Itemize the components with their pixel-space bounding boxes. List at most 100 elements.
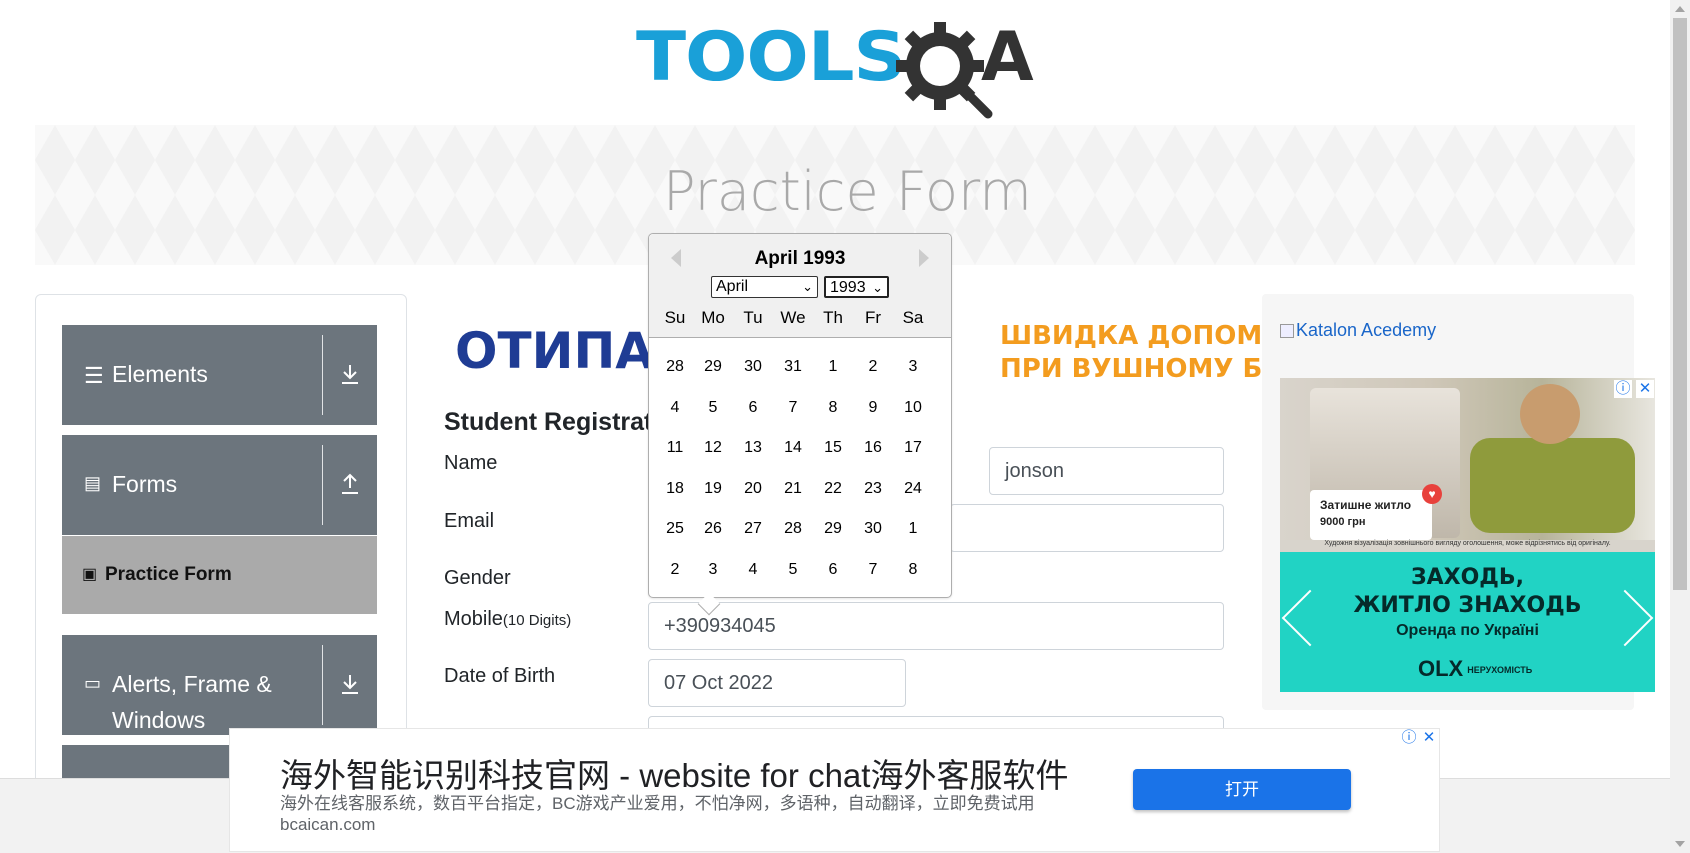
- weekday-label: Su: [664, 308, 686, 327]
- heart-icon: ♥: [1422, 484, 1442, 504]
- sidebar-group-elements[interactable]: ☰ Elements: [62, 325, 377, 425]
- calendar-day[interactable]: 8: [815, 399, 851, 417]
- month-select-value: April: [716, 278, 749, 295]
- scrollbar-thumb[interactable]: [1673, 18, 1687, 590]
- broken-image-icon: [1280, 324, 1294, 338]
- katalon-alt-text: Katalon Acedemy: [1296, 320, 1437, 340]
- ad-close-icon[interactable]: ✕: [1636, 380, 1654, 398]
- calendar-day[interactable]: 29: [695, 358, 731, 376]
- email-input[interactable]: [950, 504, 1224, 552]
- calendar-day[interactable]: 2: [855, 358, 891, 376]
- calendar-day[interactable]: 23: [855, 480, 891, 498]
- olx-ad[interactable]: Затишне житло 9000 грн ♥ Художня візуалі…: [1280, 378, 1655, 692]
- sidebar-item-practice-form[interactable]: ▣ Practice Form: [62, 536, 377, 614]
- calendar-day[interactable]: 28: [775, 520, 811, 538]
- document-icon: ▤: [84, 473, 102, 493]
- download-icon[interactable]: [340, 673, 360, 701]
- calendar-day[interactable]: 20: [735, 480, 771, 498]
- calendar-day[interactable]: 1: [895, 520, 931, 538]
- calendar-day[interactable]: 3: [895, 358, 931, 376]
- katalon-ad-link[interactable]: Katalon Acedemy: [1280, 320, 1436, 341]
- calendar-day[interactable]: 21: [775, 480, 811, 498]
- page-title: Practice Form: [663, 160, 1032, 223]
- calendar-day[interactable]: 22: [815, 480, 851, 498]
- olx-logo: OLX НЕРУХОМІСТЬ: [1418, 656, 1532, 682]
- bottom-ad-open-button[interactable]: 打开: [1133, 769, 1351, 810]
- scroll-down-icon[interactable]: [1675, 841, 1685, 847]
- calendar-day[interactable]: 31: [775, 358, 811, 376]
- calendar-day[interactable]: 14: [775, 439, 811, 457]
- calendar-day[interactable]: 18: [657, 480, 693, 498]
- calendar-day[interactable]: 5: [775, 561, 811, 579]
- calendar-day[interactable]: 6: [815, 561, 851, 579]
- calendar-day[interactable]: 8: [895, 561, 931, 579]
- html5-icon: ▣: [82, 566, 98, 583]
- sidebar-group-label: Forms: [112, 471, 178, 497]
- chevron-down-icon: ⌄: [802, 279, 813, 294]
- calendar-day[interactable]: 30: [855, 520, 891, 538]
- ad-person-image: [1520, 384, 1580, 444]
- calendar-day[interactable]: 19: [695, 480, 731, 498]
- weekday-label: Sa: [902, 308, 924, 327]
- calendar-day[interactable]: 9: [855, 399, 891, 417]
- calendar-day[interactable]: 7: [855, 561, 891, 579]
- calendar-day[interactable]: 4: [657, 399, 693, 417]
- upload-icon[interactable]: [340, 473, 360, 501]
- ad-left-text: ОТИПА: [455, 322, 654, 380]
- calendar-day[interactable]: 28: [657, 358, 693, 376]
- calendar-day[interactable]: 24: [895, 480, 931, 498]
- calendar-day[interactable]: 12: [695, 439, 731, 457]
- calendar-day[interactable]: 25: [657, 520, 693, 538]
- calendar-day[interactable]: 16: [855, 439, 891, 457]
- calendar-day[interactable]: 10: [895, 399, 931, 417]
- calendar-day[interactable]: 26: [695, 520, 731, 538]
- calendar-day[interactable]: 7: [775, 399, 811, 417]
- divider: [322, 335, 323, 415]
- ad-right-line2: ПРИ ВУШНОМУ Б: [1000, 354, 1263, 384]
- next-month-icon[interactable]: [919, 249, 929, 267]
- bottom-ad-close-icon[interactable]: ✕: [1420, 729, 1438, 747]
- calendar-day[interactable]: 27: [735, 520, 771, 538]
- download-icon[interactable]: [340, 363, 360, 391]
- toolsqa-logo[interactable]: TOOLS A: [636, 18, 1038, 119]
- weekday-label: Fr: [864, 308, 882, 327]
- page-scrollbar[interactable]: [1670, 0, 1690, 853]
- sidebar-group-label-line2: Windows: [112, 707, 206, 733]
- logo-text: TOOLS: [636, 18, 906, 97]
- sidebar-group-forms[interactable]: ▤ Forms: [62, 435, 377, 535]
- last-name-input[interactable]: jonson: [989, 447, 1224, 495]
- mobile-label-text: Mobile: [444, 608, 503, 630]
- month-select[interactable]: April ⌄: [711, 276, 818, 298]
- calendar-day[interactable]: 3: [695, 561, 731, 579]
- calendar-day[interactable]: 29: [815, 520, 851, 538]
- calendar-day[interactable]: 1: [815, 358, 851, 376]
- sidebar-group-label: Alerts, Frame &: [112, 671, 272, 697]
- year-select[interactable]: 1993 ⌄: [824, 276, 889, 298]
- ad-sofa-image: [1470, 438, 1635, 533]
- calendar-day[interactable]: 13: [735, 439, 771, 457]
- calendar-day[interactable]: 17: [895, 439, 931, 457]
- ad-info-icon[interactable]: ⓘ: [1614, 380, 1632, 398]
- calendar-day[interactable]: 2: [657, 561, 693, 579]
- date-of-birth-input[interactable]: 07 Oct 2022: [648, 659, 906, 707]
- sidebar-group-alerts[interactable]: ▭ Alerts, Frame & Windows: [62, 635, 377, 735]
- olx-brand: OLX: [1418, 656, 1464, 681]
- sidebar-item-label: Practice Form: [105, 564, 232, 585]
- calendar-day[interactable]: 15: [815, 439, 851, 457]
- ad-card-title: Затишне житло: [1320, 498, 1412, 512]
- calendar-day[interactable]: 30: [735, 358, 771, 376]
- name-label: Name: [444, 452, 498, 474]
- window-icon: ▭: [84, 673, 102, 693]
- calendar-day[interactable]: 11: [657, 439, 693, 457]
- bottom-ad[interactable]: 海外智能识别科技官网 - website for chat海外客服软件 海外在线…: [229, 728, 1440, 852]
- ad-right-line1: ШВИДКА ДОПОМ: [1000, 321, 1263, 351]
- olx-brand-sub: НЕРУХОМІСТЬ: [1467, 665, 1533, 676]
- calendar-day[interactable]: 5: [695, 399, 731, 417]
- bottom-ad-info-icon[interactable]: ⓘ: [1400, 729, 1418, 747]
- calendar-day[interactable]: 4: [735, 561, 771, 579]
- bottom-ad-title: 海外智能识别科技官网 - website for chat海外客服软件: [280, 757, 1069, 794]
- scroll-up-icon[interactable]: [1675, 6, 1685, 12]
- chevron-down-icon: ⌄: [872, 280, 883, 295]
- calendar-day[interactable]: 6: [735, 399, 771, 417]
- mobile-input[interactable]: +390934045: [648, 602, 1224, 650]
